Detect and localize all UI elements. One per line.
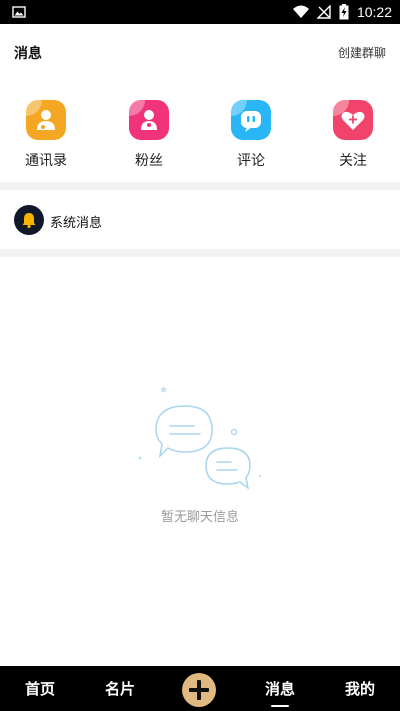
tab-home[interactable]: 首页 bbox=[10, 666, 70, 711]
tab-label: 消息 bbox=[264, 680, 295, 698]
chat-bubbles-icon bbox=[138, 386, 262, 490]
system-message-row[interactable]: 系统消息 bbox=[0, 191, 400, 249]
wifi-icon bbox=[292, 5, 309, 18]
empty-state: 暂无聊天信息 bbox=[0, 258, 400, 666]
fans-button[interactable]: 粉丝 bbox=[114, 100, 184, 170]
tab-label: 我的 bbox=[344, 680, 375, 698]
divider bbox=[0, 182, 400, 190]
create-group-button[interactable]: 创建群聊 bbox=[338, 44, 386, 61]
tab-label: 首页 bbox=[24, 680, 55, 698]
comments-button[interactable]: 评论 bbox=[216, 100, 286, 170]
comment-icon bbox=[231, 100, 271, 140]
tab-business-card[interactable]: 名片 bbox=[90, 666, 150, 711]
divider bbox=[0, 249, 400, 257]
status-time: 10:22 bbox=[356, 4, 392, 20]
quick-action-label: 通讯录 bbox=[25, 153, 67, 169]
quick-action-label: 关注 bbox=[339, 153, 367, 169]
page-title: 消息 bbox=[14, 46, 42, 62]
active-tab-indicator bbox=[271, 705, 289, 707]
contacts-icon bbox=[26, 100, 66, 140]
status-bar: 10:22 bbox=[0, 0, 400, 24]
bell-icon bbox=[14, 205, 44, 235]
tab-messages[interactable]: 消息 bbox=[250, 666, 310, 711]
heart-plus-icon bbox=[333, 100, 373, 140]
fans-icon bbox=[129, 100, 169, 140]
empty-state-text: 暂无聊天信息 bbox=[160, 510, 239, 525]
quick-action-label: 评论 bbox=[237, 153, 265, 169]
tab-mine[interactable]: 我的 bbox=[330, 666, 390, 711]
contacts-button[interactable]: 通讯录 bbox=[11, 100, 81, 170]
quick-action-label: 粉丝 bbox=[135, 153, 163, 169]
image-icon bbox=[12, 6, 26, 18]
following-button[interactable]: 关注 bbox=[318, 100, 388, 170]
plus-icon bbox=[189, 680, 209, 700]
system-message-label: 系统消息 bbox=[50, 216, 103, 231]
quick-actions: 通讯录 粉丝 评论 关注 bbox=[0, 80, 400, 182]
add-button[interactable] bbox=[182, 673, 216, 707]
header: 消息 创建群聊 bbox=[0, 24, 400, 80]
tab-label: 名片 bbox=[104, 680, 135, 698]
battery-charging-icon bbox=[339, 4, 349, 20]
signal-icon bbox=[316, 5, 331, 19]
